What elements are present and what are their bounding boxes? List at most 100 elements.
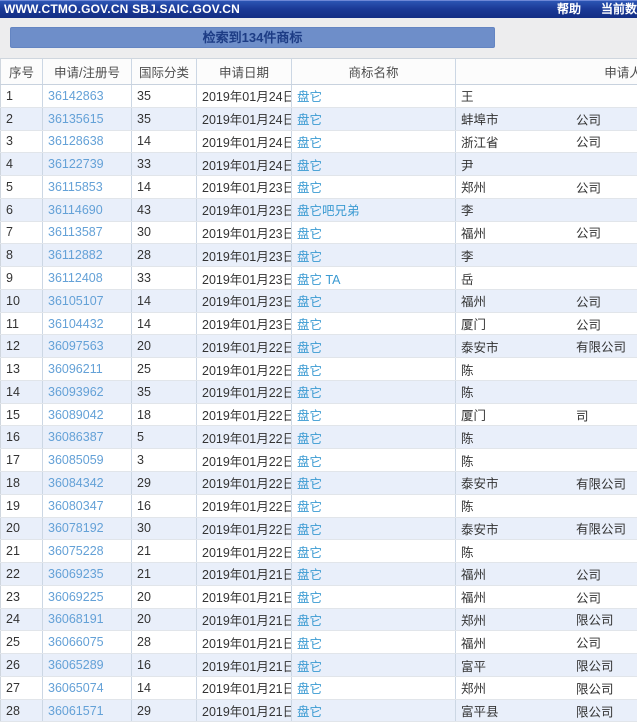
trademark-name-link[interactable]: 盘它 [297,341,322,355]
trademark-name[interactable]: 盘它 [291,130,456,154]
trademark-name-link[interactable]: 盘它 TA [297,273,341,287]
registration-number-link[interactable]: 36128638 [48,134,104,148]
registration-number[interactable]: 36112882 [42,243,132,268]
registration-number-link[interactable]: 36085059 [48,453,104,467]
trademark-name[interactable]: 盘它 [291,608,456,632]
trademark-name-link[interactable]: 盘它 [297,705,322,719]
registration-number-link[interactable]: 36122739 [48,157,104,171]
registration-number-link[interactable]: 36115853 [48,180,103,194]
registration-number[interactable]: 36069235 [42,562,132,586]
trademark-name[interactable]: 盘它 [291,699,456,722]
registration-number[interactable]: 36085059 [42,448,132,473]
trademark-name[interactable]: 盘它 [291,84,456,108]
registration-number[interactable]: 36065289 [42,653,132,677]
trademark-name-link[interactable]: 盘它 [297,455,322,469]
registration-number-link[interactable]: 36135615 [48,112,104,126]
registration-number-link[interactable]: 36075228 [48,544,104,558]
registration-number[interactable]: 36105107 [42,289,132,313]
trademark-name-link[interactable]: 盘它 [297,546,322,560]
trademark-name-link[interactable]: 盘它 [297,227,322,241]
trademark-name[interactable]: 盘它 [291,539,456,564]
registration-number[interactable]: 36068191 [42,608,132,632]
trademark-name[interactable]: 盘它 [291,357,456,381]
registration-number-link[interactable]: 36084342 [48,476,104,490]
trademark-name-link[interactable]: 盘它 [297,136,322,150]
registration-number-link[interactable]: 36061571 [48,704,104,718]
registration-number[interactable]: 36115853 [42,175,132,199]
registration-number-link[interactable]: 36069235 [48,567,104,581]
registration-number-link[interactable]: 36096211 [48,362,103,376]
registration-number[interactable]: 36128638 [42,130,132,154]
trademark-name-link[interactable]: 盘它 [297,113,322,127]
trademark-name[interactable]: 盘它 [291,585,456,609]
trademark-name[interactable]: 盘它 [291,312,456,336]
registration-number[interactable]: 36104432 [42,312,132,336]
help-link[interactable]: 帮助 [557,1,581,18]
registration-number-link[interactable]: 36068191 [48,612,104,626]
trademark-name[interactable]: 盘它吧兄弟 [291,198,456,222]
registration-number[interactable]: 36065074 [42,676,132,700]
trademark-name[interactable]: 盘它 [291,289,456,313]
trademark-name-link[interactable]: 盘它 [297,614,322,628]
registration-number-link[interactable]: 36112408 [48,271,103,285]
registration-number-link[interactable]: 36080347 [48,499,104,513]
trademark-name-link[interactable]: 盘它 [297,409,322,423]
trademark-name-link[interactable]: 盘它 [297,477,322,491]
registration-number-link[interactable]: 36112882 [48,248,103,262]
registration-number-link[interactable]: 36069225 [48,590,104,604]
trademark-name-link[interactable]: 盘它 [297,568,322,582]
registration-number-link[interactable]: 36104432 [48,317,104,331]
registration-number-link[interactable]: 36114690 [48,203,103,217]
registration-number-link[interactable]: 36065289 [48,658,104,672]
registration-number[interactable]: 36096211 [42,357,132,381]
trademark-name[interactable]: 盘它 TA [291,266,456,290]
trademark-name-link[interactable]: 盘它 [297,90,322,104]
registration-number-link[interactable]: 36142863 [48,89,104,103]
trademark-name[interactable]: 盘它 [291,152,456,177]
trademark-name-link[interactable]: 盘它 [297,181,322,195]
registration-number[interactable]: 36142863 [42,84,132,108]
registration-number-link[interactable]: 36105107 [48,294,104,308]
registration-number[interactable]: 36069225 [42,585,132,609]
registration-number[interactable]: 36097563 [42,334,132,359]
trademark-name[interactable]: 盘它 [291,175,456,199]
trademark-name[interactable]: 盘它 [291,448,456,473]
registration-number[interactable]: 36084342 [42,471,132,495]
trademark-name[interactable]: 盘它 [291,517,456,541]
registration-number-link[interactable]: 36093962 [48,385,104,399]
trademark-name[interactable]: 盘它 [291,494,456,518]
trademark-name-link[interactable]: 盘它 [297,682,322,696]
registration-number[interactable]: 36135615 [42,107,132,131]
trademark-name-link[interactable]: 盘它 [297,295,322,309]
registration-number-link[interactable]: 36065074 [48,681,104,695]
trademark-name-link[interactable]: 盘它 [297,159,322,173]
registration-number[interactable]: 36080347 [42,494,132,518]
trademark-name[interactable]: 盘它 [291,334,456,359]
registration-number[interactable]: 36113587 [42,221,132,245]
registration-number[interactable]: 36089042 [42,403,132,427]
registration-number[interactable]: 36114690 [42,198,132,222]
registration-number-link[interactable]: 36113587 [48,225,103,239]
trademark-name-link[interactable]: 盘它吧兄弟 [297,204,360,218]
current-data-link[interactable]: 当前数 [601,1,637,18]
registration-number[interactable]: 36078192 [42,517,132,541]
trademark-name[interactable]: 盘它 [291,107,456,131]
registration-number-link[interactable]: 36078192 [48,521,104,535]
trademark-name-link[interactable]: 盘它 [297,500,322,514]
trademark-name-link[interactable]: 盘它 [297,386,322,400]
registration-number-link[interactable]: 36066075 [48,635,104,649]
trademark-name[interactable]: 盘它 [291,380,456,404]
trademark-name[interactable]: 盘它 [291,403,456,427]
trademark-name[interactable]: 盘它 [291,221,456,245]
trademark-name[interactable]: 盘它 [291,653,456,677]
registration-number[interactable]: 36066075 [42,630,132,655]
trademark-name[interactable]: 盘它 [291,630,456,655]
trademark-name-link[interactable]: 盘它 [297,318,322,332]
registration-number[interactable]: 36086387 [42,425,132,450]
trademark-name-link[interactable]: 盘它 [297,432,322,446]
registration-number-link[interactable]: 36097563 [48,339,104,353]
registration-number-link[interactable]: 36089042 [48,408,104,422]
trademark-name[interactable]: 盘它 [291,562,456,586]
trademark-name[interactable]: 盘它 [291,471,456,495]
registration-number-link[interactable]: 36086387 [48,430,104,444]
